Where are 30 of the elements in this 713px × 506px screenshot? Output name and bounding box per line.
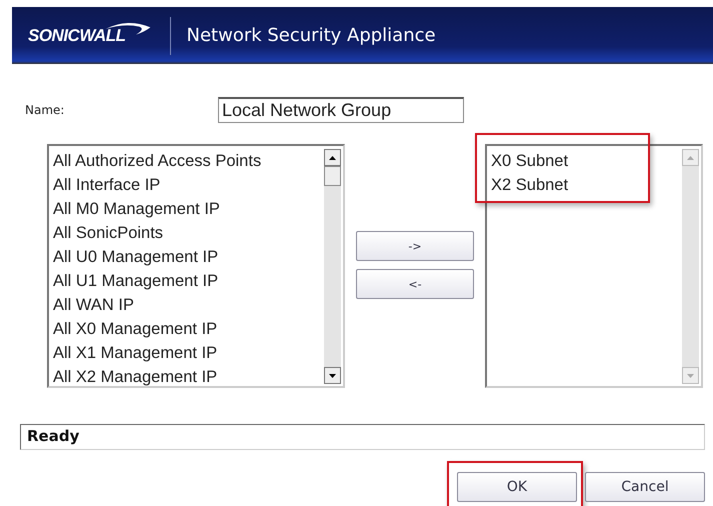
member-list[interactable]: X0 Subnet X2 Subnet [485,144,703,388]
dialog-button[interactable]: Cancel [585,472,705,502]
list-item[interactable]: All X0 Management IP [53,317,324,341]
list-item[interactable]: All SonicPoints [53,221,324,245]
move-button[interactable]: <- [356,269,474,299]
list-item[interactable]: All X2 Management IP [53,365,324,389]
name-label: Name: [25,103,66,117]
list-item[interactable]: All U0 Management IP [53,245,324,269]
list-item[interactable]: All M0 Management IP [53,197,324,221]
list-item[interactable]: X0 Subnet [491,149,682,173]
down-arrow-icon [687,374,694,378]
list-item[interactable]: All Authorized Access Points [53,149,324,173]
list-item[interactable]: All Interface IP [53,173,324,197]
scroll-thumb[interactable] [324,166,341,186]
list-item[interactable]: All U1 Management IP [53,269,324,293]
logo: SONICWALL [28,26,152,46]
list-item[interactable]: All WAN IP [53,293,324,317]
available-list[interactable]: All Authorized Access Points All Interface IP All M0 Management IP All SonicPoints All U0 Management IP All U1 Management IP All WAN IP All X0 Management IP All X1 Management IP All X2 Management IP [47,144,345,388]
status-bar: Ready [20,424,705,450]
down-arrow-icon [329,374,336,378]
up-arrow-icon [329,156,336,160]
up-arrow-icon [687,156,694,160]
app-title: Network Security Appliance [186,25,436,46]
list-item[interactable]: All X1 Management IP [53,341,324,365]
dialog-button[interactable]: OK [457,472,577,502]
scroll-down-button[interactable] [324,367,341,384]
name-field[interactable]: Local Network Group [218,97,464,123]
scroll-up-button[interactable] [324,149,341,166]
list-item[interactable]: X2 Subnet [491,173,682,197]
move-button[interactable]: -> [356,231,474,261]
